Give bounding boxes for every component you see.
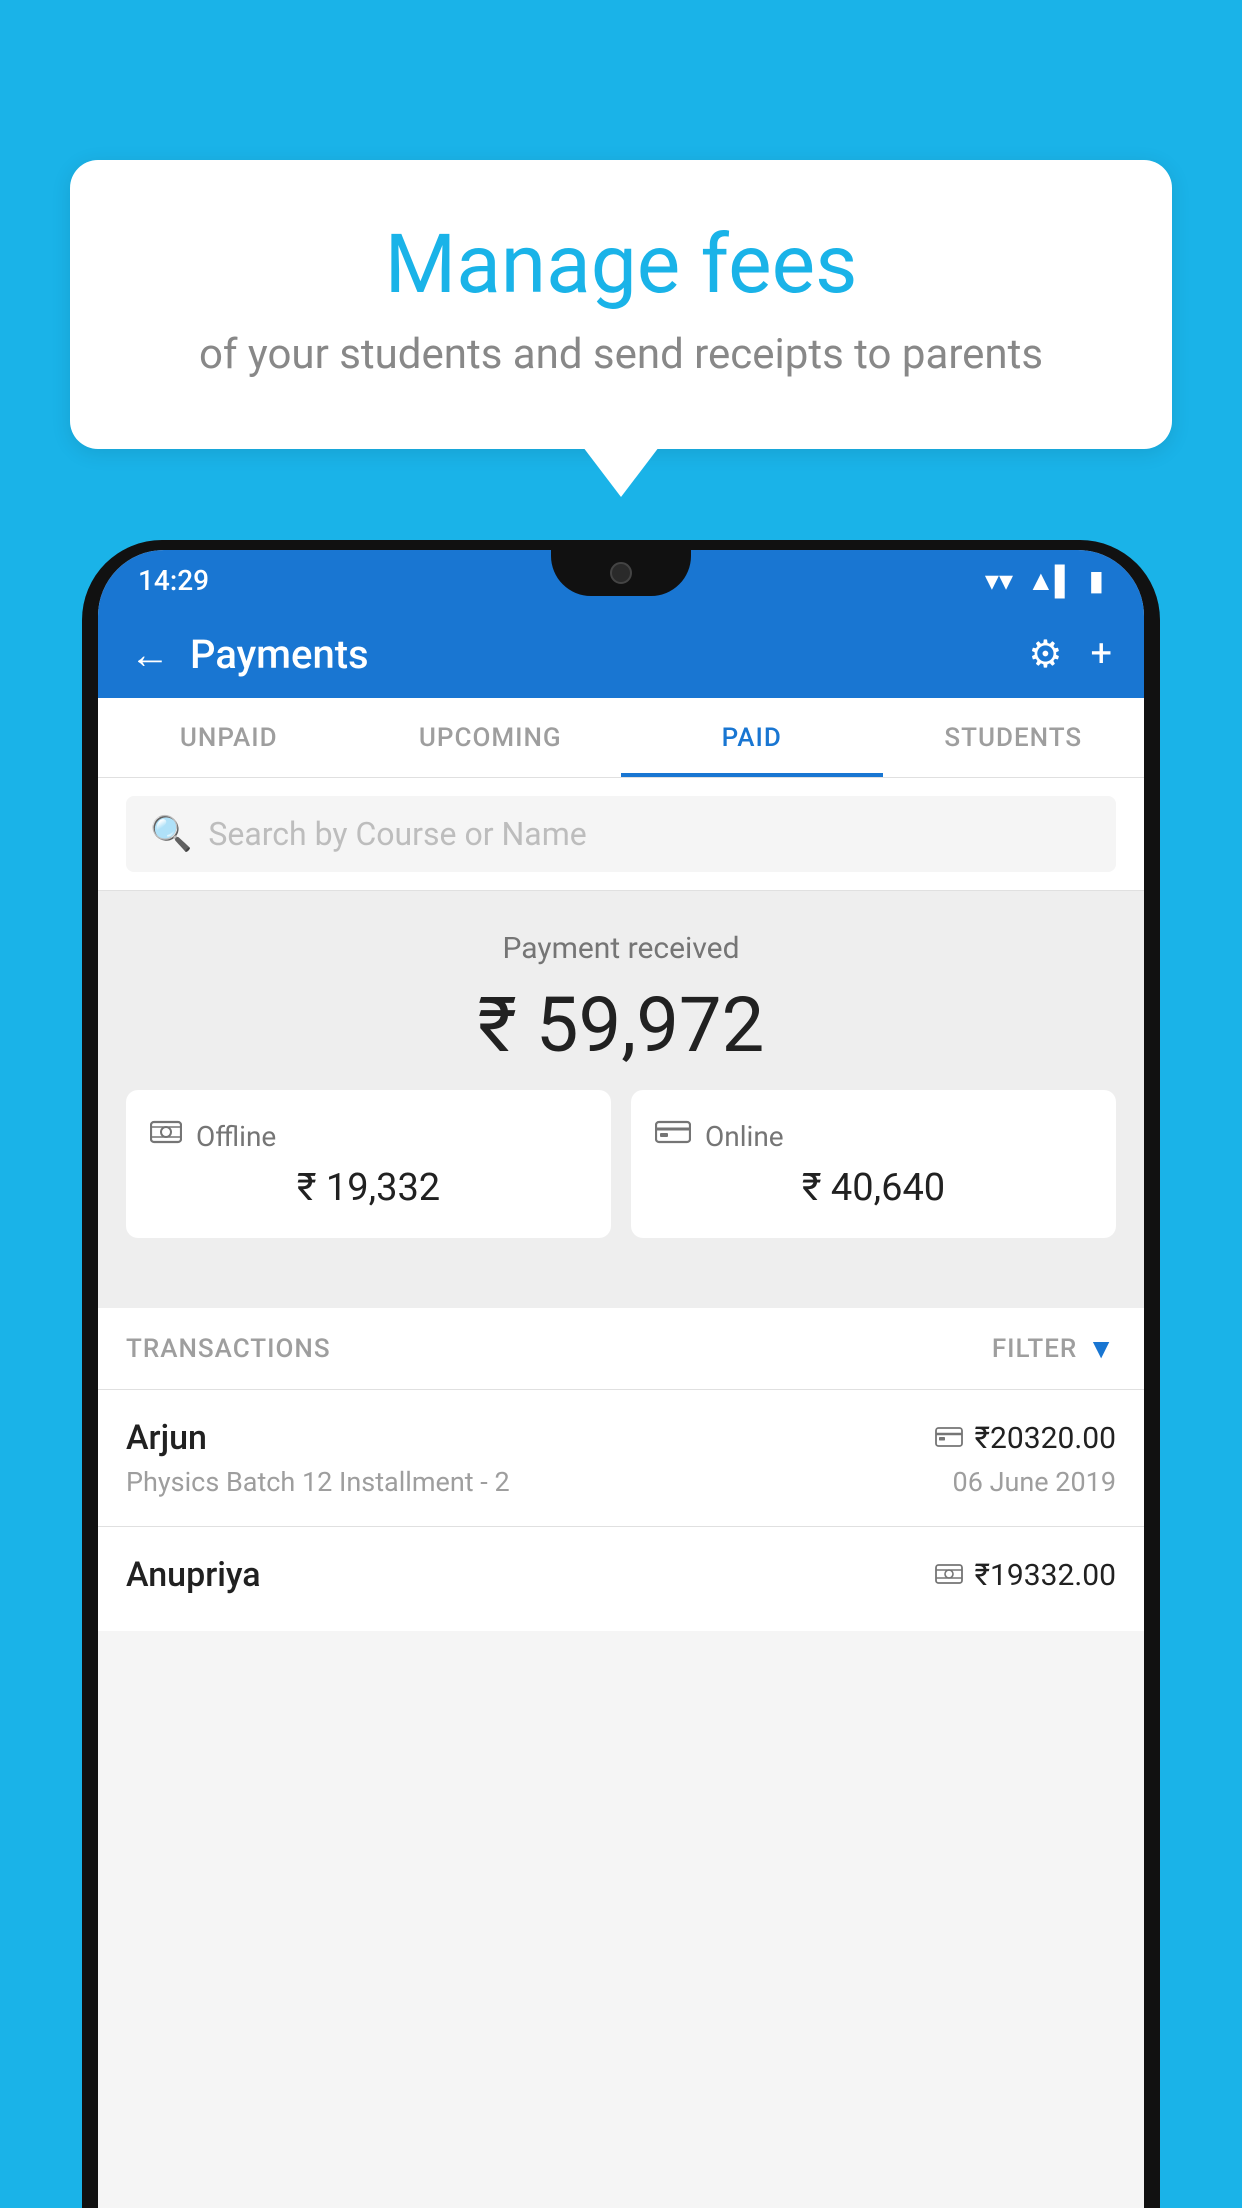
filter-label: FILTER xyxy=(992,1334,1077,1364)
transaction-course-1: Physics Batch 12 Installment - 2 xyxy=(126,1466,510,1498)
table-row[interactable]: Anupriya ₹19332.00 xyxy=(98,1526,1144,1631)
signal-icon: ▲▌ xyxy=(1027,564,1075,597)
offline-icon xyxy=(150,1118,182,1154)
tab-upcoming[interactable]: UPCOMING xyxy=(360,698,622,777)
online-card: Online ₹ 40,640 xyxy=(631,1090,1116,1238)
offline-amount: ₹ 19,332 xyxy=(150,1166,587,1210)
search-placeholder: Search by Course or Name xyxy=(208,815,586,853)
page-title: Payments xyxy=(190,631,1008,678)
back-button[interactable]: ← xyxy=(130,631,170,678)
search-container: 🔍 Search by Course or Name xyxy=(98,778,1144,891)
table-row[interactable]: Arjun ₹20320.00 xyxy=(98,1389,1144,1526)
transactions-label: TRANSACTIONS xyxy=(126,1334,331,1364)
offline-label: Offline xyxy=(196,1120,276,1153)
payment-cards: Offline ₹ 19,332 xyxy=(98,1070,1144,1268)
status-icons: ▾▾ ▲▌ ▮ xyxy=(985,564,1104,597)
transaction-amount-row-1: ₹20320.00 xyxy=(935,1421,1116,1456)
transaction-amount-1: ₹20320.00 xyxy=(975,1421,1116,1456)
bubble-subtitle: of your students and send receipts to pa… xyxy=(150,330,1092,379)
online-card-header: Online xyxy=(655,1118,1092,1154)
online-icon xyxy=(655,1118,691,1154)
phone-screen: 14:29 ▾▾ ▲▌ ▮ ← Payments ⚙ + UNPAID xyxy=(98,550,1144,2208)
transaction-top-2: Anupriya ₹19332.00 xyxy=(126,1555,1116,1595)
payment-received-label: Payment received xyxy=(98,931,1144,966)
speech-bubble: Manage fees of your students and send re… xyxy=(70,160,1172,449)
battery-icon: ▮ xyxy=(1089,564,1104,597)
transaction-mode-icon-1 xyxy=(935,1422,963,1455)
filter-button[interactable]: FILTER ▼ xyxy=(992,1332,1116,1365)
app-bar-actions: ⚙ + xyxy=(1028,632,1112,677)
tab-unpaid[interactable]: UNPAID xyxy=(98,698,360,777)
transaction-amount-2: ₹19332.00 xyxy=(975,1558,1116,1593)
notch xyxy=(551,550,691,596)
transaction-date-1: 06 June 2019 xyxy=(953,1466,1116,1498)
camera-notch xyxy=(610,562,632,584)
search-icon: 🔍 xyxy=(150,814,192,854)
transactions-header: TRANSACTIONS FILTER ▼ xyxy=(98,1308,1144,1389)
tab-paid[interactable]: PAID xyxy=(621,698,883,777)
settings-icon[interactable]: ⚙ xyxy=(1028,632,1062,677)
app-bar: ← Payments ⚙ + xyxy=(98,610,1144,698)
online-amount: ₹ 40,640 xyxy=(655,1166,1092,1210)
tab-students[interactable]: STUDENTS xyxy=(883,698,1145,777)
status-time: 14:29 xyxy=(138,564,209,597)
transaction-name-1: Arjun xyxy=(126,1418,207,1458)
offline-card-header: Offline xyxy=(150,1118,587,1154)
transaction-mode-icon-2 xyxy=(935,1559,963,1592)
transaction-bottom-1: Physics Batch 12 Installment - 2 06 June… xyxy=(126,1466,1116,1498)
search-box[interactable]: 🔍 Search by Course or Name xyxy=(126,796,1116,872)
payment-received-amount: ₹ 59,972 xyxy=(98,980,1144,1070)
add-icon[interactable]: + xyxy=(1090,632,1112,676)
wifi-icon: ▾▾ xyxy=(985,564,1013,597)
tab-bar: UNPAID UPCOMING PAID STUDENTS xyxy=(98,698,1144,778)
transaction-amount-row-2: ₹19332.00 xyxy=(935,1558,1116,1593)
payment-section: Payment received ₹ 59,972 xyxy=(98,891,1144,1308)
bubble-title: Manage fees xyxy=(150,220,1092,310)
offline-card: Offline ₹ 19,332 xyxy=(126,1090,611,1238)
phone-frame: 14:29 ▾▾ ▲▌ ▮ ← Payments ⚙ + UNPAID xyxy=(82,540,1160,2208)
transaction-name-2: Anupriya xyxy=(126,1555,261,1595)
filter-icon: ▼ xyxy=(1087,1332,1116,1365)
online-label: Online xyxy=(705,1120,784,1153)
transaction-top-1: Arjun ₹20320.00 xyxy=(126,1418,1116,1458)
